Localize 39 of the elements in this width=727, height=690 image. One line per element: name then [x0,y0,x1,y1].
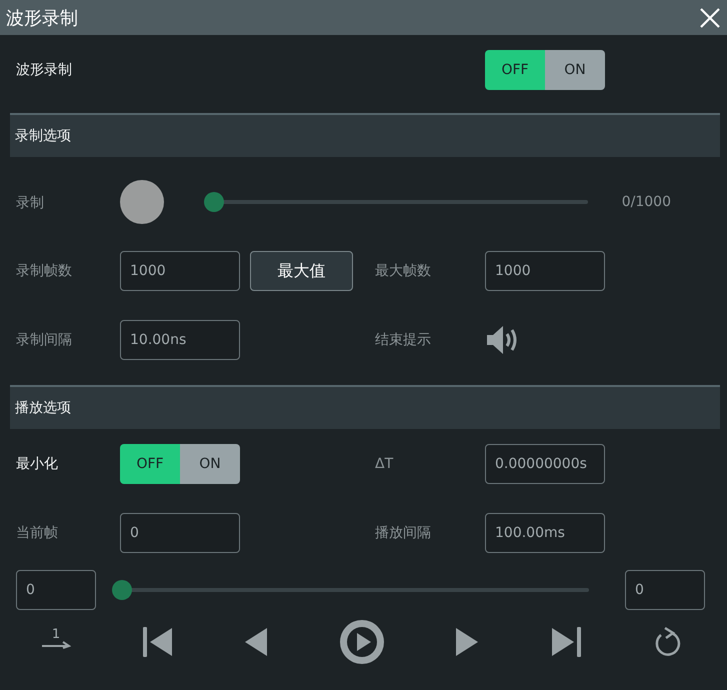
skip-forward-icon [550,626,582,658]
field-label: ΔT [375,456,394,472]
section-title: 录制选项 [15,127,71,145]
play-once-button[interactable]: 1 [40,628,72,656]
max-value-button[interactable]: 最大值 [250,251,353,291]
control-button[interactable] [454,626,480,658]
field-label: 波形录制 [16,61,73,79]
off-option[interactable]: OFF [485,50,545,90]
play-icon [338,619,384,665]
field-label: 播放间隔 [375,524,432,542]
input-field[interactable]: 0 [16,570,96,610]
slider-track[interactable] [204,192,588,212]
section-title: 播放选项 [15,399,71,417]
next-icon [454,626,480,658]
close-button[interactable] [699,6,721,28]
on-option[interactable]: ON [180,444,240,484]
arrow-icon [41,641,71,649]
off-option[interactable]: OFF [120,444,180,484]
field-label: 录制帧数 [16,262,73,280]
window-title: 波形录制 [6,6,78,30]
skip-back-icon [142,626,174,658]
field-label: 录制 [16,195,44,211]
slider-track[interactable] [112,580,589,600]
record-button[interactable] [120,180,164,224]
field-label: 最小化 [16,455,59,473]
previous-icon [243,626,269,658]
field-label: 结束提示 [375,331,432,349]
control-button[interactable] [338,619,384,665]
control-button[interactable] [243,626,269,658]
on-option[interactable]: ON [545,50,605,90]
control-button[interactable] [142,626,174,658]
slider-thumb[interactable] [112,580,132,600]
field-label: 录制间隔 [16,331,73,349]
input-field[interactable]: 0 [625,570,705,610]
speaker-icon [485,325,519,355]
field-label: 当前帧 [16,524,59,542]
frame-counter: 0/1000 [622,194,671,210]
control-button[interactable] [550,626,582,658]
field-label: 最大帧数 [375,262,432,280]
